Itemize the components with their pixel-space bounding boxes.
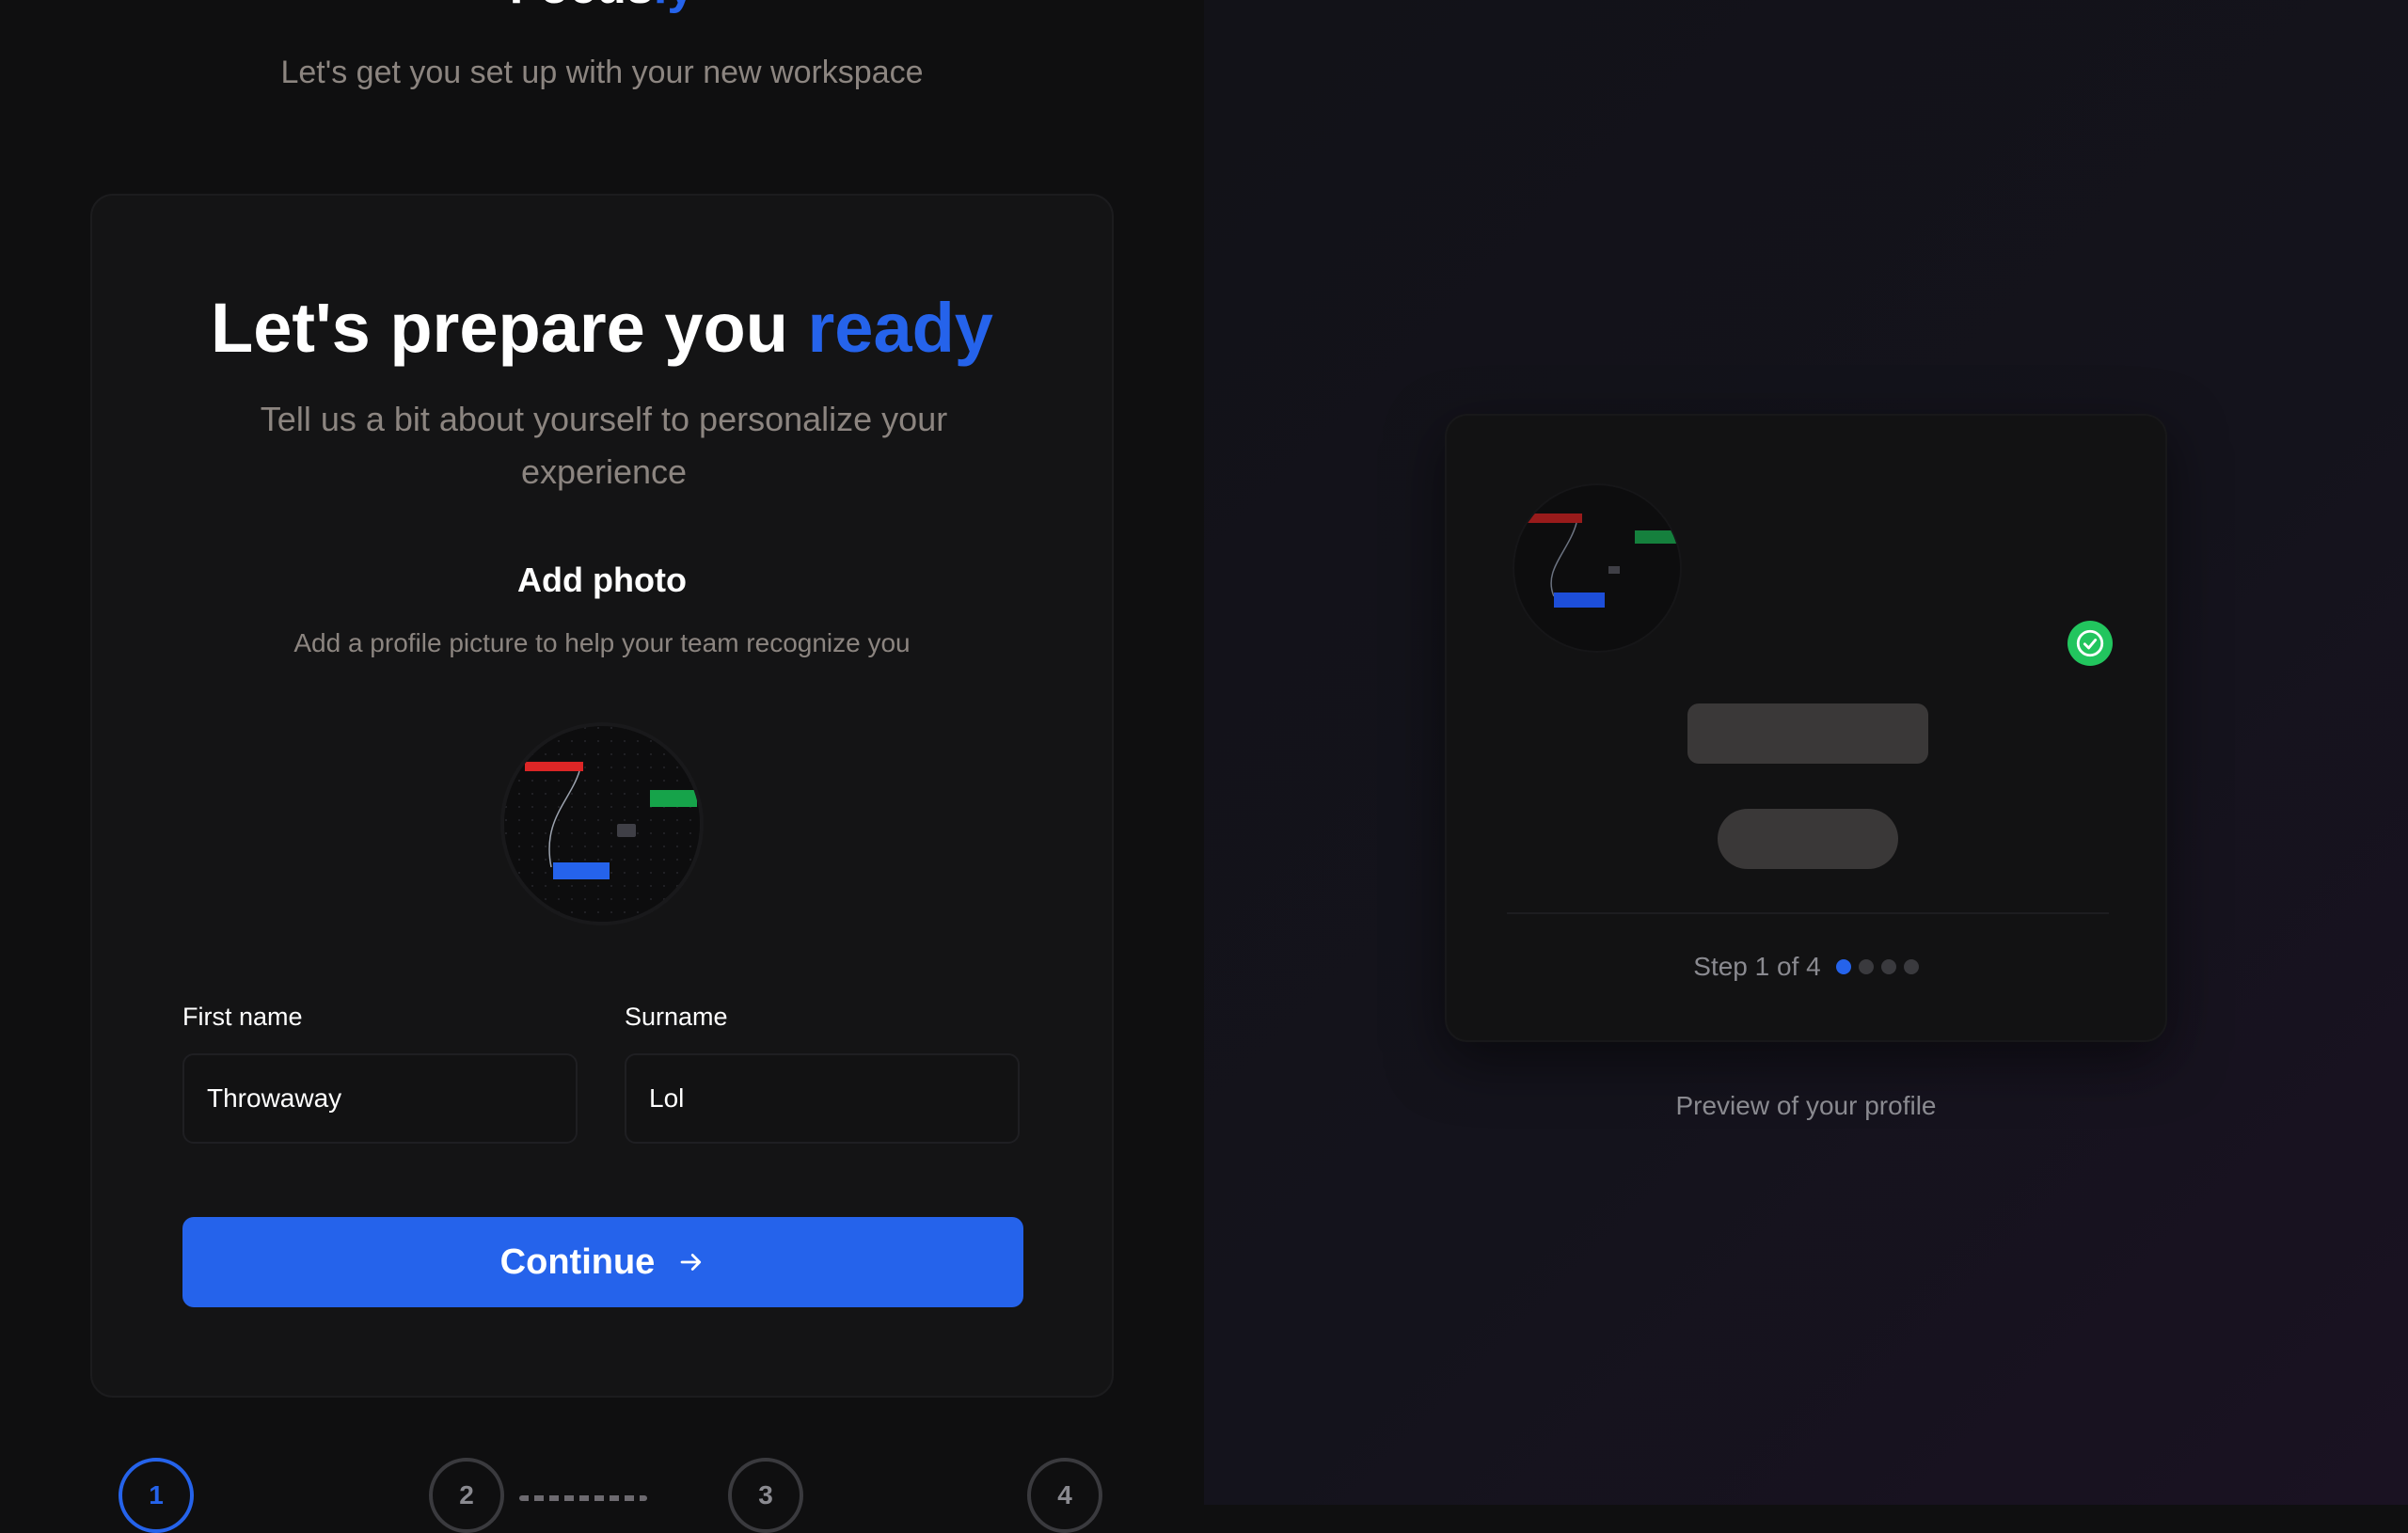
avatar-upload[interactable] [500,722,704,925]
step-dot [1880,959,1896,974]
step-2[interactable]: 2 [429,1458,504,1533]
step-connector [519,1495,647,1501]
check-circle-icon [2067,621,2113,666]
continue-button[interactable]: Continue [182,1217,1023,1307]
name-placeholder [1687,703,1928,764]
intro-subtitle: Let's get you set up with your new works… [280,55,924,90]
brand-logo: Focusly [0,0,1204,11]
step-indicator: Step 1 of 4 [1447,952,2165,982]
step-4[interactable]: 4 [1027,1458,1102,1533]
step-dot [1903,959,1919,974]
brand-name: Focus [510,0,654,14]
profile-setup-card: Let's prepare you ready Tell us a bit ab… [90,194,1114,1398]
step-3[interactable]: 3 [728,1458,803,1533]
add-photo-title: Add photo [517,561,687,599]
preview-caption: Preview of your profile [1675,1091,1937,1120]
surname-label: Surname [625,1003,728,1031]
role-placeholder [1718,809,1898,869]
step-dot [1858,959,1874,974]
card-subtitle: Tell us a bit about yourself to personal… [260,400,948,491]
card-title: Let's prepare you ready [92,288,1112,368]
first-name-field[interactable] [182,1053,578,1144]
preview-avatar-image [1528,514,1676,608]
preview-avatar [1513,483,1682,653]
add-photo-subtitle: Add a profile picture to help your team … [293,628,911,657]
surname-field[interactable] [625,1053,1020,1144]
brand-name-accent: ly [654,0,694,14]
step-dot [1835,959,1851,974]
divider [1507,912,2109,914]
onboarding-panel: Focusly Let's get you set up with your n… [0,0,1204,1533]
card-title-accent: ready [807,289,993,367]
step-1[interactable]: 1 [119,1458,194,1533]
avatar-workflow-image [504,726,700,922]
step-dots [1835,959,1919,974]
arrow-right-icon [680,1254,702,1271]
profile-preview-card: Step 1 of 4 [1445,414,2167,1042]
card-title-main: Let's prepare you [211,289,808,367]
continue-button-label: Continue [499,1241,656,1282]
first-name-label: First name [182,1003,303,1031]
step-text: Step 1 of 4 [1693,952,1821,981]
